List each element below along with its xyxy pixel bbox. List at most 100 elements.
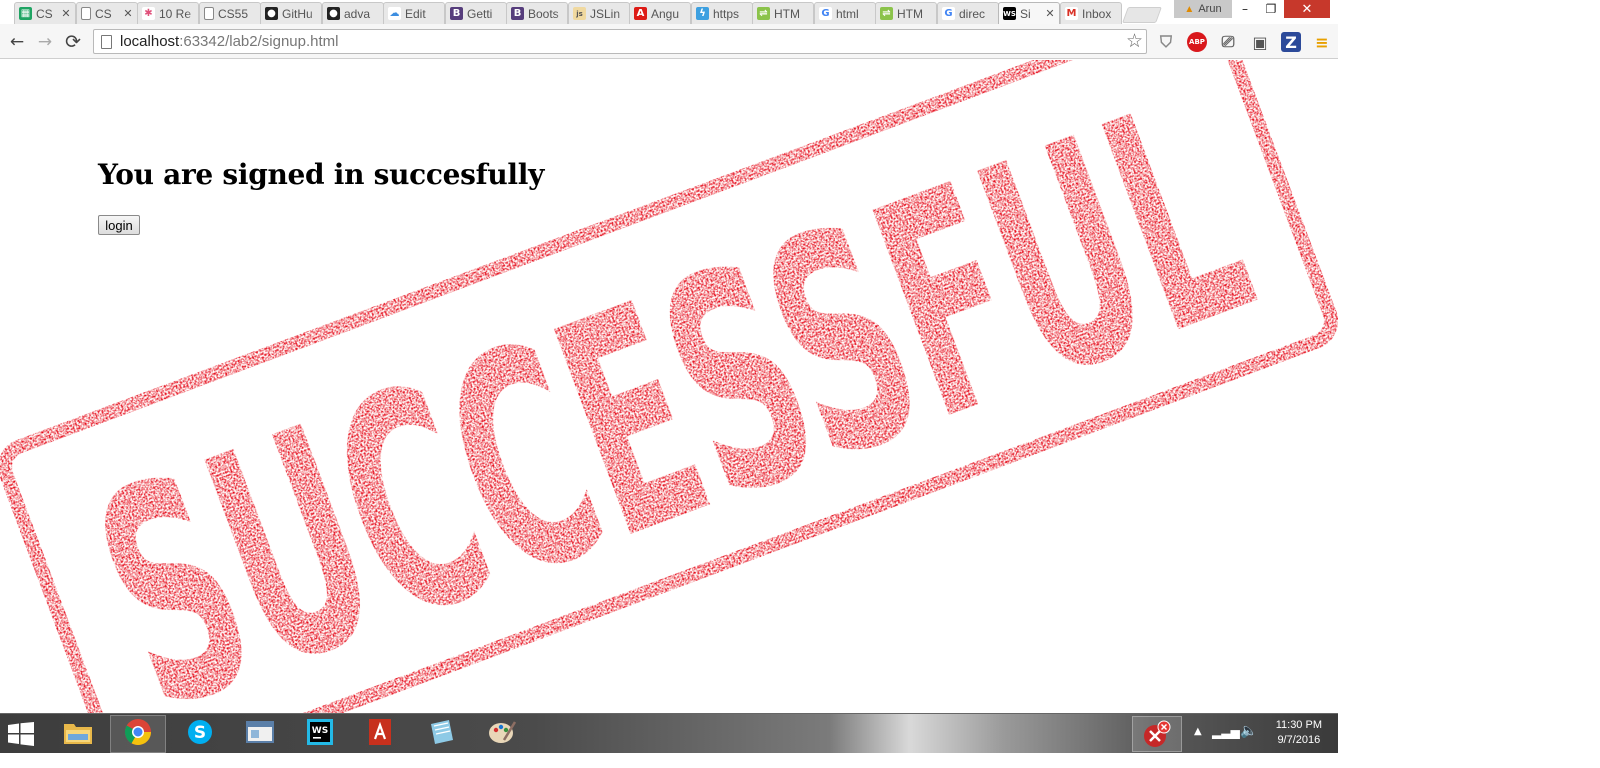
webstorm-icon: WS xyxy=(1003,7,1016,20)
tab-strip: ▦ CS ✕ CS ✕ ✱ 10 Re CS55 ● GitHu ● adva ☁ Edit B Getti B… xyxy=(0,0,1338,24)
page-content: You are signed in succesfully login SUCC… xyxy=(0,60,1338,713)
bootstrap-icon: B xyxy=(511,7,524,20)
tab-close-icon[interactable]: ✕ xyxy=(122,7,134,20)
browser-tab[interactable]: ✱ 10 Re xyxy=(137,2,199,24)
cast-icon[interactable]: ⎚ xyxy=(1218,32,1238,52)
svg-text:WS: WS xyxy=(312,726,328,736)
desktop-screen: ▦ CS ✕ CS ✕ ✱ 10 Re CS55 ● GitHu ● adva ☁ Edit B Getti B… xyxy=(0,0,1338,753)
forward-button[interactable]: → xyxy=(34,31,56,53)
browser-tab[interactable]: ϟ https xyxy=(691,2,753,24)
github-icon: ● xyxy=(265,7,278,20)
restore-button[interactable]: ❐ xyxy=(1258,0,1284,18)
windows-start-icon[interactable] xyxy=(8,722,34,746)
acrobat-icon xyxy=(366,717,394,751)
html-icon: ⇌ xyxy=(757,7,770,20)
reload-button[interactable]: ⟳ xyxy=(62,31,84,53)
url-text: localhost:63342/lab2/signup.html xyxy=(120,33,338,50)
tab-title: https xyxy=(713,6,740,21)
taskbar-skype[interactable]: S xyxy=(172,715,228,753)
browser-tab[interactable]: CS ✕ xyxy=(76,2,138,24)
login-button[interactable]: login xyxy=(98,215,140,235)
new-tab-button[interactable] xyxy=(1122,7,1162,23)
browser-tab[interactable]: ☁ Edit xyxy=(383,2,445,24)
taskbar-notepad[interactable] xyxy=(414,715,470,753)
chrome-icon xyxy=(123,717,153,751)
taskbar-clock[interactable]: 11:30 PM 9/7/2016 xyxy=(1276,718,1322,748)
bootstrap-icon: B xyxy=(450,7,463,20)
profile-name: Arun xyxy=(1198,3,1222,15)
notepad-icon xyxy=(427,718,457,750)
close-window-button[interactable]: ✕ xyxy=(1284,0,1330,18)
taskbar-window-app[interactable] xyxy=(232,715,288,753)
windows-taskbar: S WS ▲ ▂▃▅ 🔈 11:30 PM 9/7/2016 xyxy=(0,713,1338,753)
angular-icon: A xyxy=(634,7,647,20)
folder-icon xyxy=(62,718,94,750)
bookmark-star-icon[interactable]: ☆ xyxy=(1126,30,1143,52)
paint-icon xyxy=(487,718,517,750)
tab-title: HTM xyxy=(774,6,800,21)
clock-time: 11:30 PM xyxy=(1275,719,1322,731)
page-icon xyxy=(101,34,112,49)
page-heading: You are signed in succesfully xyxy=(98,158,545,191)
browser-tab[interactable]: Gdirec xyxy=(937,2,999,24)
show-hidden-icons-icon[interactable]: ▲ xyxy=(1194,726,1202,737)
taskbar-paint[interactable] xyxy=(474,715,530,753)
browser-tab[interactable]: M Inbox xyxy=(1060,2,1122,24)
browser-tab[interactable]: ● adva xyxy=(322,2,384,24)
zotero-extension-icon[interactable]: Z xyxy=(1281,32,1301,52)
skype-icon: S xyxy=(185,717,215,751)
back-button[interactable]: ← xyxy=(6,31,28,53)
browser-tab[interactable]: ● GitHu xyxy=(260,2,322,24)
tab-close-icon[interactable]: ✕ xyxy=(60,7,72,20)
browser-tab[interactable]: ⇌ HTM xyxy=(752,2,814,24)
google-icon: G xyxy=(942,7,955,20)
lightning-icon: ϟ xyxy=(696,7,709,20)
tab-title: direc xyxy=(959,6,986,21)
taskbar-webstorm[interactable]: WS xyxy=(292,715,348,753)
url-host: localhost xyxy=(120,33,180,50)
tab-title: CS xyxy=(36,6,53,21)
window-controls: ▲ Arun – ❐ ✕ xyxy=(1174,0,1330,18)
taskbar-chrome[interactable] xyxy=(110,715,166,753)
browser-toolbar: ← → ⟳ localhost:63342/lab2/signup.html ☆… xyxy=(0,24,1338,59)
tab-title: GitHu xyxy=(282,6,313,21)
tab-title: 10 Re xyxy=(159,6,192,21)
menu-icon[interactable]: ≡ xyxy=(1312,32,1332,52)
tab-title: Inbox xyxy=(1082,6,1112,21)
tab-title: JSLin xyxy=(590,6,621,21)
tab-title: Edit xyxy=(405,6,426,21)
browser-tab[interactable]: Ghtml xyxy=(814,2,876,24)
system-tray: ▲ ▂▃▅ 🔈 11:30 PM 9/7/2016 xyxy=(1128,714,1338,753)
html-icon: ⇌ xyxy=(880,7,893,20)
browser-tab[interactable]: WS Si ✕ xyxy=(998,2,1060,24)
address-bar[interactable]: localhost:63342/lab2/signup.html ☆ xyxy=(93,29,1147,54)
taskbar-acrobat[interactable] xyxy=(352,715,408,753)
taskbar-file-explorer[interactable] xyxy=(50,715,106,753)
pocket-extension-icon[interactable]: ▣ xyxy=(1250,32,1270,52)
browser-tab[interactable]: CS55 xyxy=(199,2,261,24)
tab-close-icon[interactable]: ✕ xyxy=(1044,7,1056,20)
browser-tab[interactable]: js JSLin xyxy=(568,2,630,24)
gmail-icon: M xyxy=(1065,7,1078,20)
webstorm-icon: WS xyxy=(305,717,335,751)
browser-tab[interactable]: ▦ CS ✕ xyxy=(14,2,76,24)
browser-tab[interactable]: B Boots xyxy=(506,2,568,24)
network-signal-icon[interactable]: ▂▃▅ xyxy=(1212,725,1240,739)
tab-title: Getti xyxy=(467,6,493,21)
minimize-button[interactable]: – xyxy=(1232,0,1258,18)
tab-title: CS55 xyxy=(218,6,249,21)
volume-icon[interactable]: 🔈 xyxy=(1240,723,1257,739)
window-icon xyxy=(245,719,275,749)
tab-title: Boots xyxy=(528,6,559,21)
tray-app-button[interactable] xyxy=(1132,716,1182,752)
adblock-plus-icon[interactable]: ABP xyxy=(1187,32,1207,52)
shield-extension-icon[interactable]: ⛉ xyxy=(1156,32,1176,52)
browser-tab[interactable]: B Getti xyxy=(445,2,507,24)
profile-button[interactable]: ▲ Arun xyxy=(1174,0,1232,18)
browser-tab[interactable]: A Angu xyxy=(629,2,691,24)
github-icon: ● xyxy=(327,7,340,20)
error-badge-icon xyxy=(1144,720,1171,747)
browser-tab[interactable]: ⇌ HTM xyxy=(875,2,937,24)
tab-title: HTM xyxy=(897,6,923,21)
google-icon: G xyxy=(819,7,832,20)
